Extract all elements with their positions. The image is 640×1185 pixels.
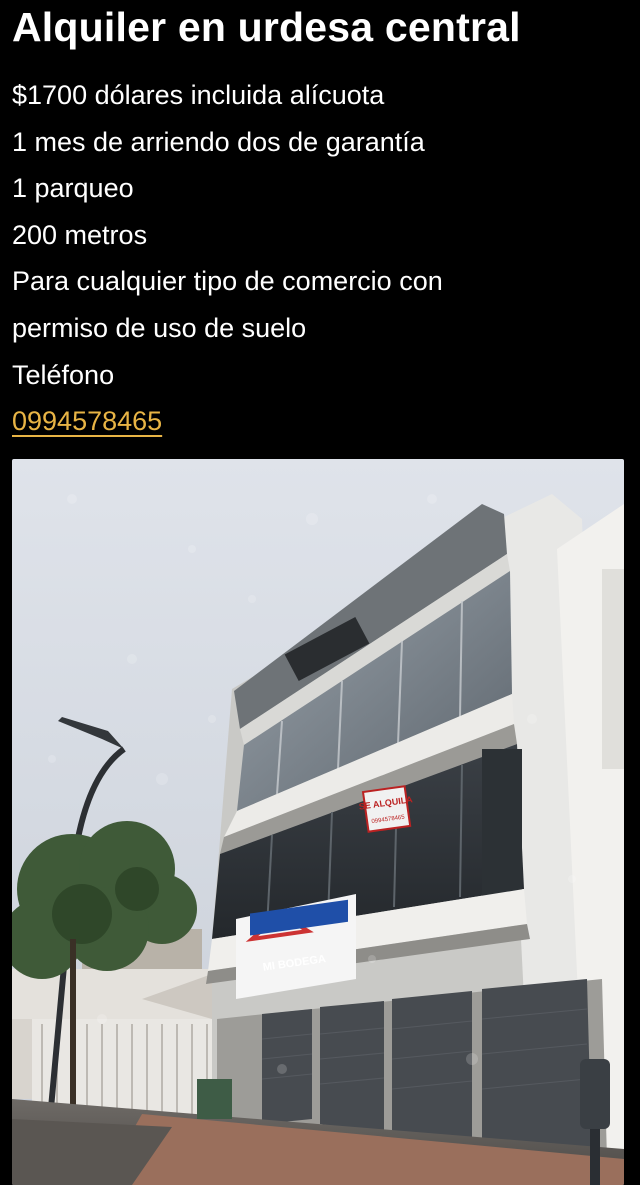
- post-title: Alquiler en urdesa central: [12, 4, 521, 50]
- usage-line-1: Para cualquier tipo de comercio con: [12, 266, 443, 297]
- phone-label: Teléfono: [12, 359, 115, 390]
- price-line: $1700 dólares incluida alícuota: [12, 80, 385, 110]
- phone-link[interactable]: 0994578465: [12, 406, 162, 436]
- building-photo[interactable]: SE ALQUILA 0994578465 MI BODEGA: [12, 459, 624, 1185]
- usage-line-2: permiso de uso de suelo: [12, 312, 307, 343]
- terms-line: 1 mes de arriendo dos de garantía: [12, 126, 425, 157]
- size-line: 200 metros: [12, 219, 148, 250]
- parking-line: 1 parqueo: [12, 173, 134, 204]
- post-body: $1700 dólares incluida alícuota 1 mes de…: [12, 76, 443, 449]
